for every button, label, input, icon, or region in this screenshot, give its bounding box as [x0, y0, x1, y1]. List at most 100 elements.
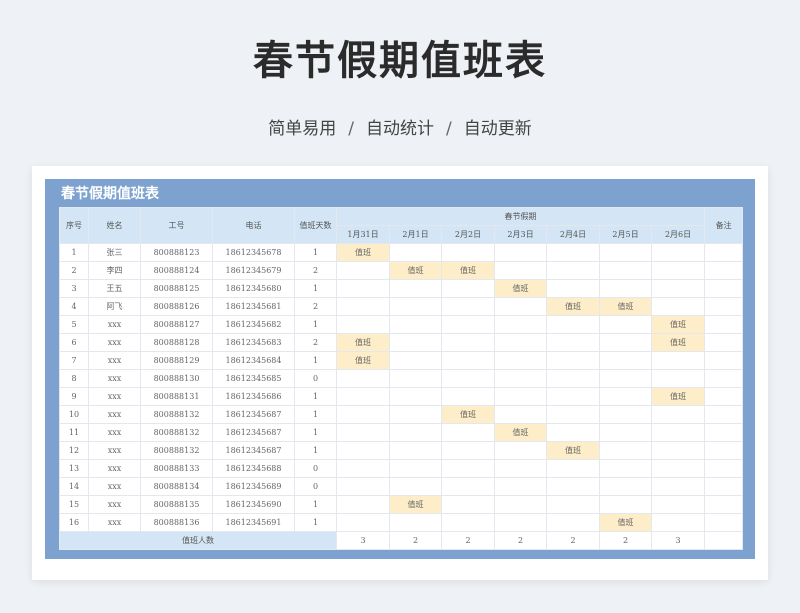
cell-empty[interactable] [336, 441, 390, 460]
cell-duty-mark[interactable]: 值班 [441, 261, 495, 280]
cell-empty[interactable] [441, 297, 495, 316]
cell-name[interactable]: xxx [88, 423, 141, 442]
cell-phone[interactable]: 18612345678 [212, 243, 295, 262]
cell-index[interactable]: 9 [59, 387, 89, 406]
cell-empty[interactable] [389, 405, 442, 424]
cell-duty-mark[interactable]: 值班 [494, 423, 547, 442]
cell-employee-id[interactable]: 800888134 [140, 477, 213, 496]
cell-duty-mark[interactable]: 值班 [441, 405, 495, 424]
cell-remark[interactable] [704, 423, 744, 442]
cell-remark[interactable] [704, 315, 744, 334]
cell-index[interactable]: 4 [59, 297, 89, 316]
cell-duty-days[interactable]: 1 [294, 405, 337, 424]
cell-duty-days[interactable]: 1 [294, 315, 337, 334]
cell-empty[interactable] [599, 315, 652, 334]
cell-employee-id[interactable]: 800888132 [140, 423, 213, 442]
cell-empty[interactable] [336, 297, 390, 316]
cell-employee-id[interactable]: 800888133 [140, 459, 213, 478]
cell-duty-mark[interactable]: 值班 [389, 495, 442, 514]
totals-value[interactable]: 2 [546, 531, 600, 550]
cell-remark[interactable] [704, 405, 744, 424]
cell-index[interactable]: 8 [59, 369, 89, 388]
cell-employee-id[interactable]: 800888136 [140, 513, 213, 532]
cell-name[interactable]: xxx [88, 441, 141, 460]
cell-employee-id[interactable]: 800888127 [140, 315, 213, 334]
cell-duty-days[interactable]: 2 [294, 297, 337, 316]
cell-empty[interactable] [546, 513, 600, 532]
cell-empty[interactable] [650, 513, 706, 532]
cell-empty[interactable] [599, 261, 652, 280]
cell-empty[interactable] [650, 279, 706, 298]
cell-empty[interactable] [441, 369, 495, 388]
cell-phone[interactable]: 18612345681 [212, 297, 295, 316]
cell-name[interactable]: xxx [88, 495, 141, 514]
cell-empty[interactable] [599, 441, 652, 460]
cell-empty[interactable] [336, 513, 390, 532]
cell-name[interactable]: 李四 [88, 261, 141, 280]
cell-name[interactable]: 阿飞 [88, 297, 141, 316]
cell-empty[interactable] [494, 369, 547, 388]
cell-employee-id[interactable]: 800888132 [140, 405, 213, 424]
cell-index[interactable]: 15 [59, 495, 89, 514]
cell-phone[interactable]: 18612345687 [212, 441, 295, 460]
cell-name[interactable]: xxx [88, 369, 141, 388]
cell-empty[interactable] [494, 495, 547, 514]
cell-remark[interactable] [704, 441, 744, 460]
cell-empty[interactable] [599, 405, 652, 424]
cell-empty[interactable] [546, 405, 600, 424]
totals-value[interactable]: 2 [389, 531, 442, 550]
cell-duty-mark[interactable]: 值班 [599, 297, 652, 316]
cell-empty[interactable] [389, 315, 442, 334]
cell-phone[interactable]: 18612345687 [212, 405, 295, 424]
cell-empty[interactable] [546, 315, 600, 334]
cell-remark[interactable] [704, 297, 744, 316]
cell-empty[interactable] [494, 297, 547, 316]
totals-value[interactable]: 3 [650, 531, 706, 550]
cell-employee-id[interactable]: 800888129 [140, 351, 213, 370]
cell-duty-mark[interactable]: 值班 [546, 297, 600, 316]
cell-empty[interactable] [336, 387, 390, 406]
cell-empty[interactable] [546, 261, 600, 280]
cell-empty[interactable] [599, 387, 652, 406]
cell-empty[interactable] [494, 441, 547, 460]
cell-name[interactable]: xxx [88, 459, 141, 478]
cell-empty[interactable] [336, 423, 390, 442]
cell-remark[interactable] [704, 279, 744, 298]
cell-empty[interactable] [599, 279, 652, 298]
cell-remark[interactable] [704, 243, 744, 262]
cell-empty[interactable] [650, 423, 706, 442]
cell-empty[interactable] [494, 333, 547, 352]
cell-duty-mark[interactable]: 值班 [599, 513, 652, 532]
cell-phone[interactable]: 18612345690 [212, 495, 295, 514]
cell-empty[interactable] [389, 351, 442, 370]
cell-remark[interactable] [704, 333, 744, 352]
cell-index[interactable]: 10 [59, 405, 89, 424]
cell-empty[interactable] [650, 351, 706, 370]
cell-empty[interactable] [336, 261, 390, 280]
cell-empty[interactable] [494, 261, 547, 280]
cell-duty-days[interactable]: 1 [294, 243, 337, 262]
cell-duty-mark[interactable]: 值班 [546, 441, 600, 460]
cell-phone[interactable]: 18612345680 [212, 279, 295, 298]
cell-empty[interactable] [336, 279, 390, 298]
cell-employee-id[interactable]: 800888132 [140, 441, 213, 460]
cell-name[interactable]: xxx [88, 333, 141, 352]
cell-duty-mark[interactable]: 值班 [336, 333, 390, 352]
cell-duty-mark[interactable]: 值班 [650, 387, 706, 406]
cell-empty[interactable] [650, 441, 706, 460]
cell-empty[interactable] [599, 495, 652, 514]
cell-empty[interactable] [546, 351, 600, 370]
cell-duty-days[interactable]: 1 [294, 279, 337, 298]
cell-empty[interactable] [546, 495, 600, 514]
cell-remark[interactable] [704, 369, 744, 388]
cell-phone[interactable]: 18612345689 [212, 477, 295, 496]
cell-empty[interactable] [494, 387, 547, 406]
cell-duty-days[interactable]: 1 [294, 351, 337, 370]
cell-empty[interactable] [650, 405, 706, 424]
cell-duty-days[interactable]: 0 [294, 459, 337, 478]
cell-empty[interactable] [441, 351, 495, 370]
cell-empty[interactable] [441, 279, 495, 298]
cell-index[interactable]: 1 [59, 243, 89, 262]
cell-empty[interactable] [599, 333, 652, 352]
cell-empty[interactable] [389, 441, 442, 460]
